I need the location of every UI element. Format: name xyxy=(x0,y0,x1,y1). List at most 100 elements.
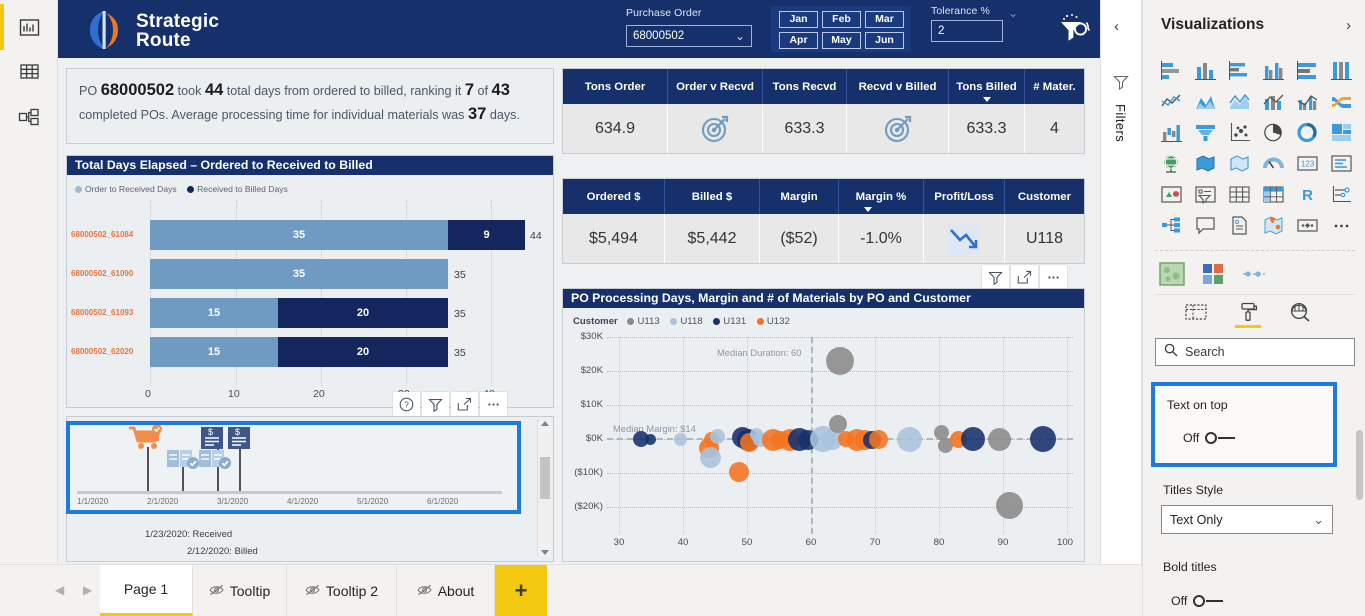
next-page-chevron-right-icon[interactable]: ▶ xyxy=(83,583,92,597)
arcgis-map-icon[interactable] xyxy=(1257,211,1290,240)
column-header-customer[interactable]: Customer xyxy=(1005,179,1084,214)
key-influencers-icon[interactable] xyxy=(1325,180,1358,209)
clear-filters-icon[interactable] xyxy=(1058,13,1092,48)
tolerance-chevron-down-icon[interactable]: ⌄ xyxy=(1008,6,1018,20)
tab-about[interactable]: About xyxy=(397,565,495,616)
fields-tab-icon[interactable] xyxy=(1179,297,1213,327)
treemap-icon[interactable] xyxy=(1325,118,1358,147)
waterfall-chart-icon[interactable] xyxy=(1155,118,1188,147)
scatter-point[interactable] xyxy=(996,492,1023,519)
scatter-point[interactable] xyxy=(700,447,721,468)
filter-icon[interactable] xyxy=(982,265,1009,290)
ribbon-chart-icon[interactable] xyxy=(1325,87,1358,116)
column-header-recvd-v-billed[interactable]: Recvd v Billed xyxy=(847,69,949,104)
legend-label-u118[interactable]: U118 xyxy=(680,316,702,327)
format-tab-icon[interactable] xyxy=(1231,297,1265,328)
paginated-report-icon[interactable] xyxy=(1223,211,1256,240)
filled-map-icon[interactable] xyxy=(1189,149,1222,178)
scatter-point[interactable] xyxy=(897,427,922,452)
100-stacked-column-chart-icon[interactable] xyxy=(1325,56,1358,85)
column-header-tons-order[interactable]: Tons Order xyxy=(563,69,668,104)
column-header-ordered-dollars[interactable]: Ordered $ xyxy=(563,179,665,214)
custom-visual-squares-icon[interactable] xyxy=(1196,259,1229,288)
column-header-num-materials[interactable]: # Mater. xyxy=(1025,69,1084,104)
column-header-margin-percent[interactable]: Margin % xyxy=(839,179,924,214)
area-chart-icon[interactable] xyxy=(1189,87,1222,116)
scatter-point[interactable] xyxy=(674,433,687,446)
map-icon[interactable] xyxy=(1155,149,1188,178)
column-header-margin[interactable]: Margin xyxy=(760,179,839,214)
text-on-top-toggle[interactable]: Off xyxy=(1183,431,1236,445)
column-header-billed-dollars[interactable]: Billed $ xyxy=(665,179,760,214)
add-page-button[interactable]: + xyxy=(495,565,547,616)
more-options-icon[interactable] xyxy=(1040,265,1067,290)
text-on-top-setting[interactable]: Text on top Off xyxy=(1151,382,1337,467)
timeline-scroll-thumb[interactable] xyxy=(540,457,550,499)
multi-row-card-icon[interactable] xyxy=(1325,149,1358,178)
q-and-a-icon[interactable] xyxy=(1189,211,1222,240)
funnel-chart-icon[interactable] xyxy=(1189,118,1222,147)
search-input[interactable]: Search xyxy=(1155,338,1355,366)
month-button-mar[interactable]: Mar xyxy=(865,11,904,28)
po-timeline-visual[interactable]: $ $ 1/1/2020 2/1/2020 3/1/2020 4/1/2020 … xyxy=(66,416,554,562)
scatter-point[interactable] xyxy=(826,347,854,375)
stacked-column-chart-icon[interactable] xyxy=(1189,56,1222,85)
kpi-icon[interactable] xyxy=(1155,180,1188,209)
custom-visual-dots-icon[interactable] xyxy=(1237,259,1270,288)
100-stacked-bar-chart-icon[interactable] xyxy=(1291,56,1324,85)
column-header-profit-loss[interactable]: Profit/Loss xyxy=(924,179,1005,214)
month-button-feb[interactable]: Feb xyxy=(822,11,861,28)
toggle-switch-icon[interactable] xyxy=(1205,432,1236,444)
line-chart-icon[interactable] xyxy=(1155,87,1188,116)
table-row[interactable]: 68000502_61084 35 9 44 xyxy=(67,220,553,250)
legend-label-u132[interactable]: U132 xyxy=(767,316,790,327)
tab-tooltip[interactable]: Tooltip xyxy=(193,565,287,616)
gauge-icon[interactable] xyxy=(1257,149,1290,178)
decomposition-tree-icon[interactable] xyxy=(1155,211,1188,240)
scatter-chart-icon[interactable] xyxy=(1223,118,1256,147)
r-script-visual-icon[interactable]: R xyxy=(1291,180,1324,209)
data-view-icon[interactable] xyxy=(10,52,48,90)
month-button-jan[interactable]: Jan xyxy=(779,11,818,28)
tab-page-1[interactable]: Page 1 xyxy=(100,565,193,616)
chevron-right-icon[interactable]: › xyxy=(1346,17,1351,34)
stacked-bar-chart-icon[interactable] xyxy=(1155,56,1188,85)
month-button-may[interactable]: May xyxy=(822,32,861,49)
scatter-point[interactable] xyxy=(961,427,985,451)
month-button-jun[interactable]: Jun xyxy=(865,32,904,49)
filter-icon[interactable] xyxy=(422,392,449,417)
card-icon[interactable]: 123 xyxy=(1291,149,1324,178)
matrix-icon[interactable] xyxy=(1257,180,1290,209)
line-stacked-column-chart-icon[interactable] xyxy=(1257,87,1290,116)
slicer-icon[interactable] xyxy=(1189,180,1222,209)
legend-label-u113[interactable]: U113 xyxy=(637,316,659,327)
column-header-tons-billed[interactable]: Tons Billed xyxy=(949,69,1025,104)
table-row[interactable]: 68000502_61090 35 35 xyxy=(67,259,553,289)
scroll-up-arrow-icon[interactable] xyxy=(541,421,549,426)
stacked-area-chart-icon[interactable] xyxy=(1223,87,1256,116)
chevron-left-icon[interactable]: ‹ xyxy=(1114,18,1119,35)
toggle-switch-icon[interactable] xyxy=(1193,595,1224,607)
more-options-icon[interactable] xyxy=(480,392,507,417)
titles-style-dropdown[interactable]: Text Only ⌄ xyxy=(1161,505,1333,534)
scatter-point[interactable] xyxy=(729,462,749,482)
donut-chart-icon[interactable] xyxy=(1291,118,1324,147)
scatter-point[interactable] xyxy=(710,429,725,444)
filter-icon[interactable] xyxy=(1113,74,1130,96)
scatter-point[interactable] xyxy=(1030,426,1056,452)
analytics-tab-icon[interactable] xyxy=(1283,297,1317,327)
shape-map-icon[interactable] xyxy=(1223,149,1256,178)
purchase-order-dropdown[interactable]: 68000502 ⌄ xyxy=(626,25,752,47)
filters-pane-collapsed[interactable]: ‹ Filters xyxy=(1100,0,1142,564)
previous-page-chevron-left-icon[interactable]: ◀ xyxy=(55,583,64,597)
table-row[interactable]: 68000502_61093 15 20 35 xyxy=(67,298,553,328)
report-view-icon[interactable] xyxy=(10,8,48,46)
model-view-icon[interactable] xyxy=(10,98,48,136)
timeline-scrollbar[interactable] xyxy=(537,419,551,557)
table-icon[interactable] xyxy=(1223,180,1256,209)
line-clustered-column-chart-icon[interactable] xyxy=(1291,87,1324,116)
column-header-order-v-recvd[interactable]: Order v Recvd xyxy=(668,69,763,104)
clustered-bar-chart-icon[interactable] xyxy=(1223,56,1256,85)
po-processing-scatter-chart[interactable]: PO Processing Days, Margin and # of Mate… xyxy=(562,288,1085,562)
focus-mode-icon[interactable] xyxy=(451,392,478,417)
